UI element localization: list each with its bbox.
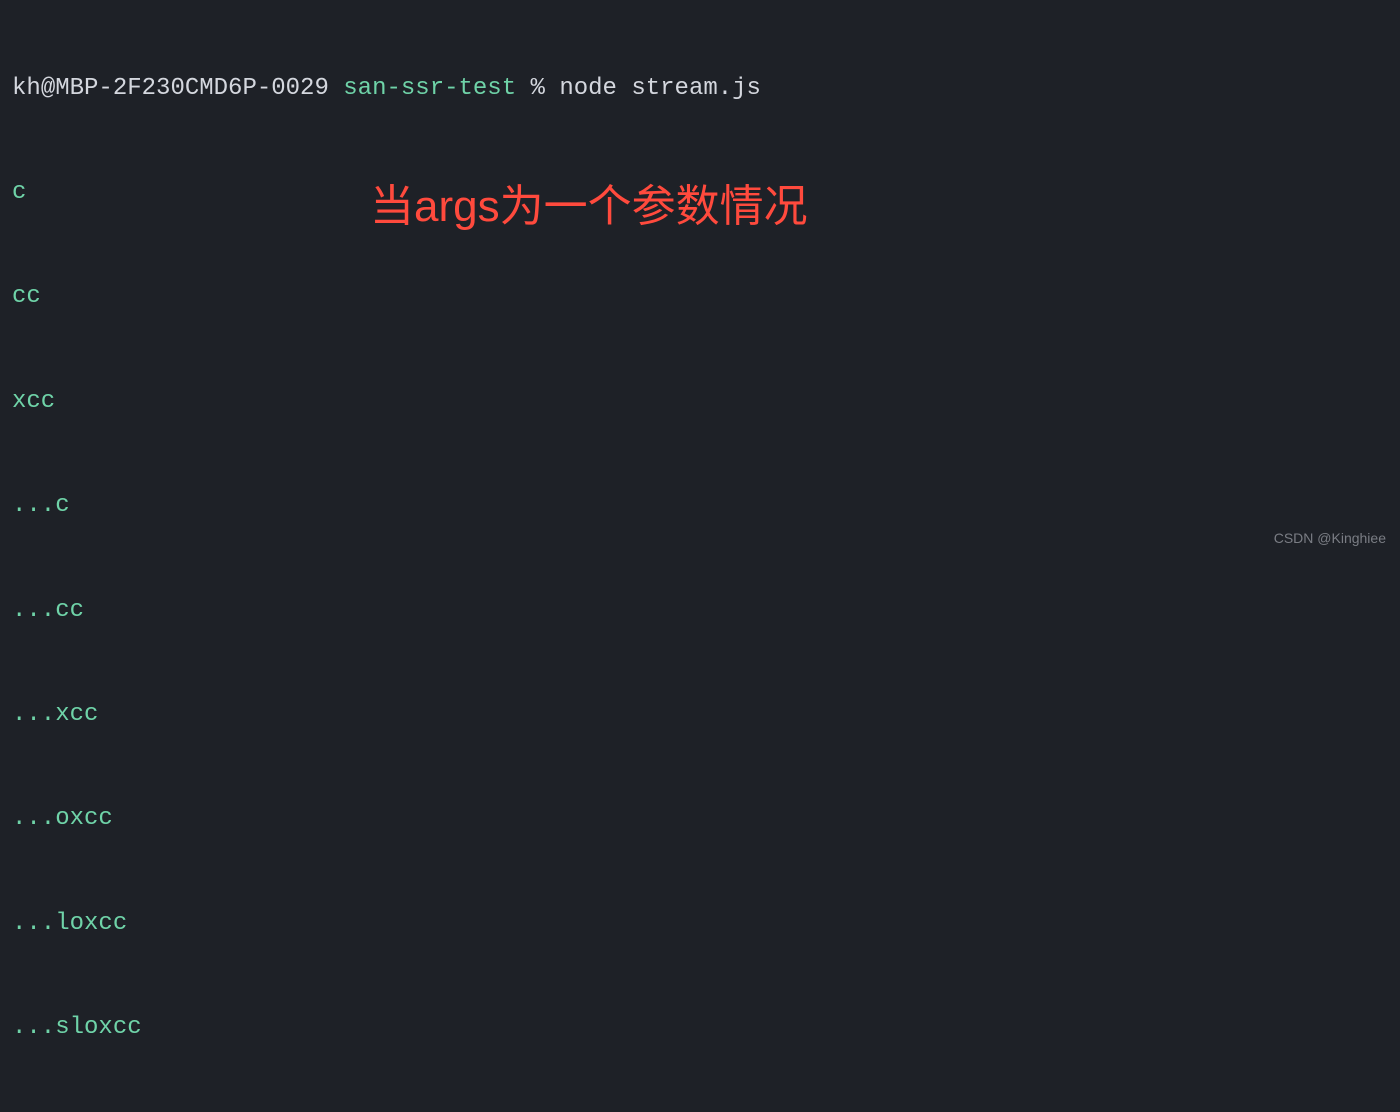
prompt-line: kh@MBP-2F230CMD6P-0029 san-ssr-test % no… bbox=[12, 72, 1388, 107]
watermark: CSDN @Kinghiee bbox=[1274, 528, 1386, 548]
terminal-window[interactable]: kh@MBP-2F230CMD6P-0029 san-ssr-test % no… bbox=[0, 0, 1400, 1112]
output-line: xcc bbox=[12, 385, 1388, 420]
output-line: cc bbox=[12, 280, 1388, 315]
output-line: ...oxcc bbox=[12, 802, 1388, 837]
prompt-user: kh bbox=[12, 75, 41, 102]
output-line: ...loxcc bbox=[12, 907, 1388, 942]
output-line: ...c bbox=[12, 489, 1388, 524]
prompt-path: san-ssr-test bbox=[343, 75, 516, 102]
prompt-command: node stream.js bbox=[559, 75, 761, 102]
prompt-at: @ bbox=[41, 75, 55, 102]
output-line: ...xcc bbox=[12, 698, 1388, 733]
prompt-symbol: % bbox=[531, 75, 545, 102]
prompt-host: MBP-2F230CMD6P-0029 bbox=[55, 75, 329, 102]
annotation-text: 当args为一个参数情况 bbox=[370, 175, 808, 239]
output-line: ...sloxcc bbox=[12, 1011, 1388, 1046]
output-line: ...cc bbox=[12, 594, 1388, 629]
